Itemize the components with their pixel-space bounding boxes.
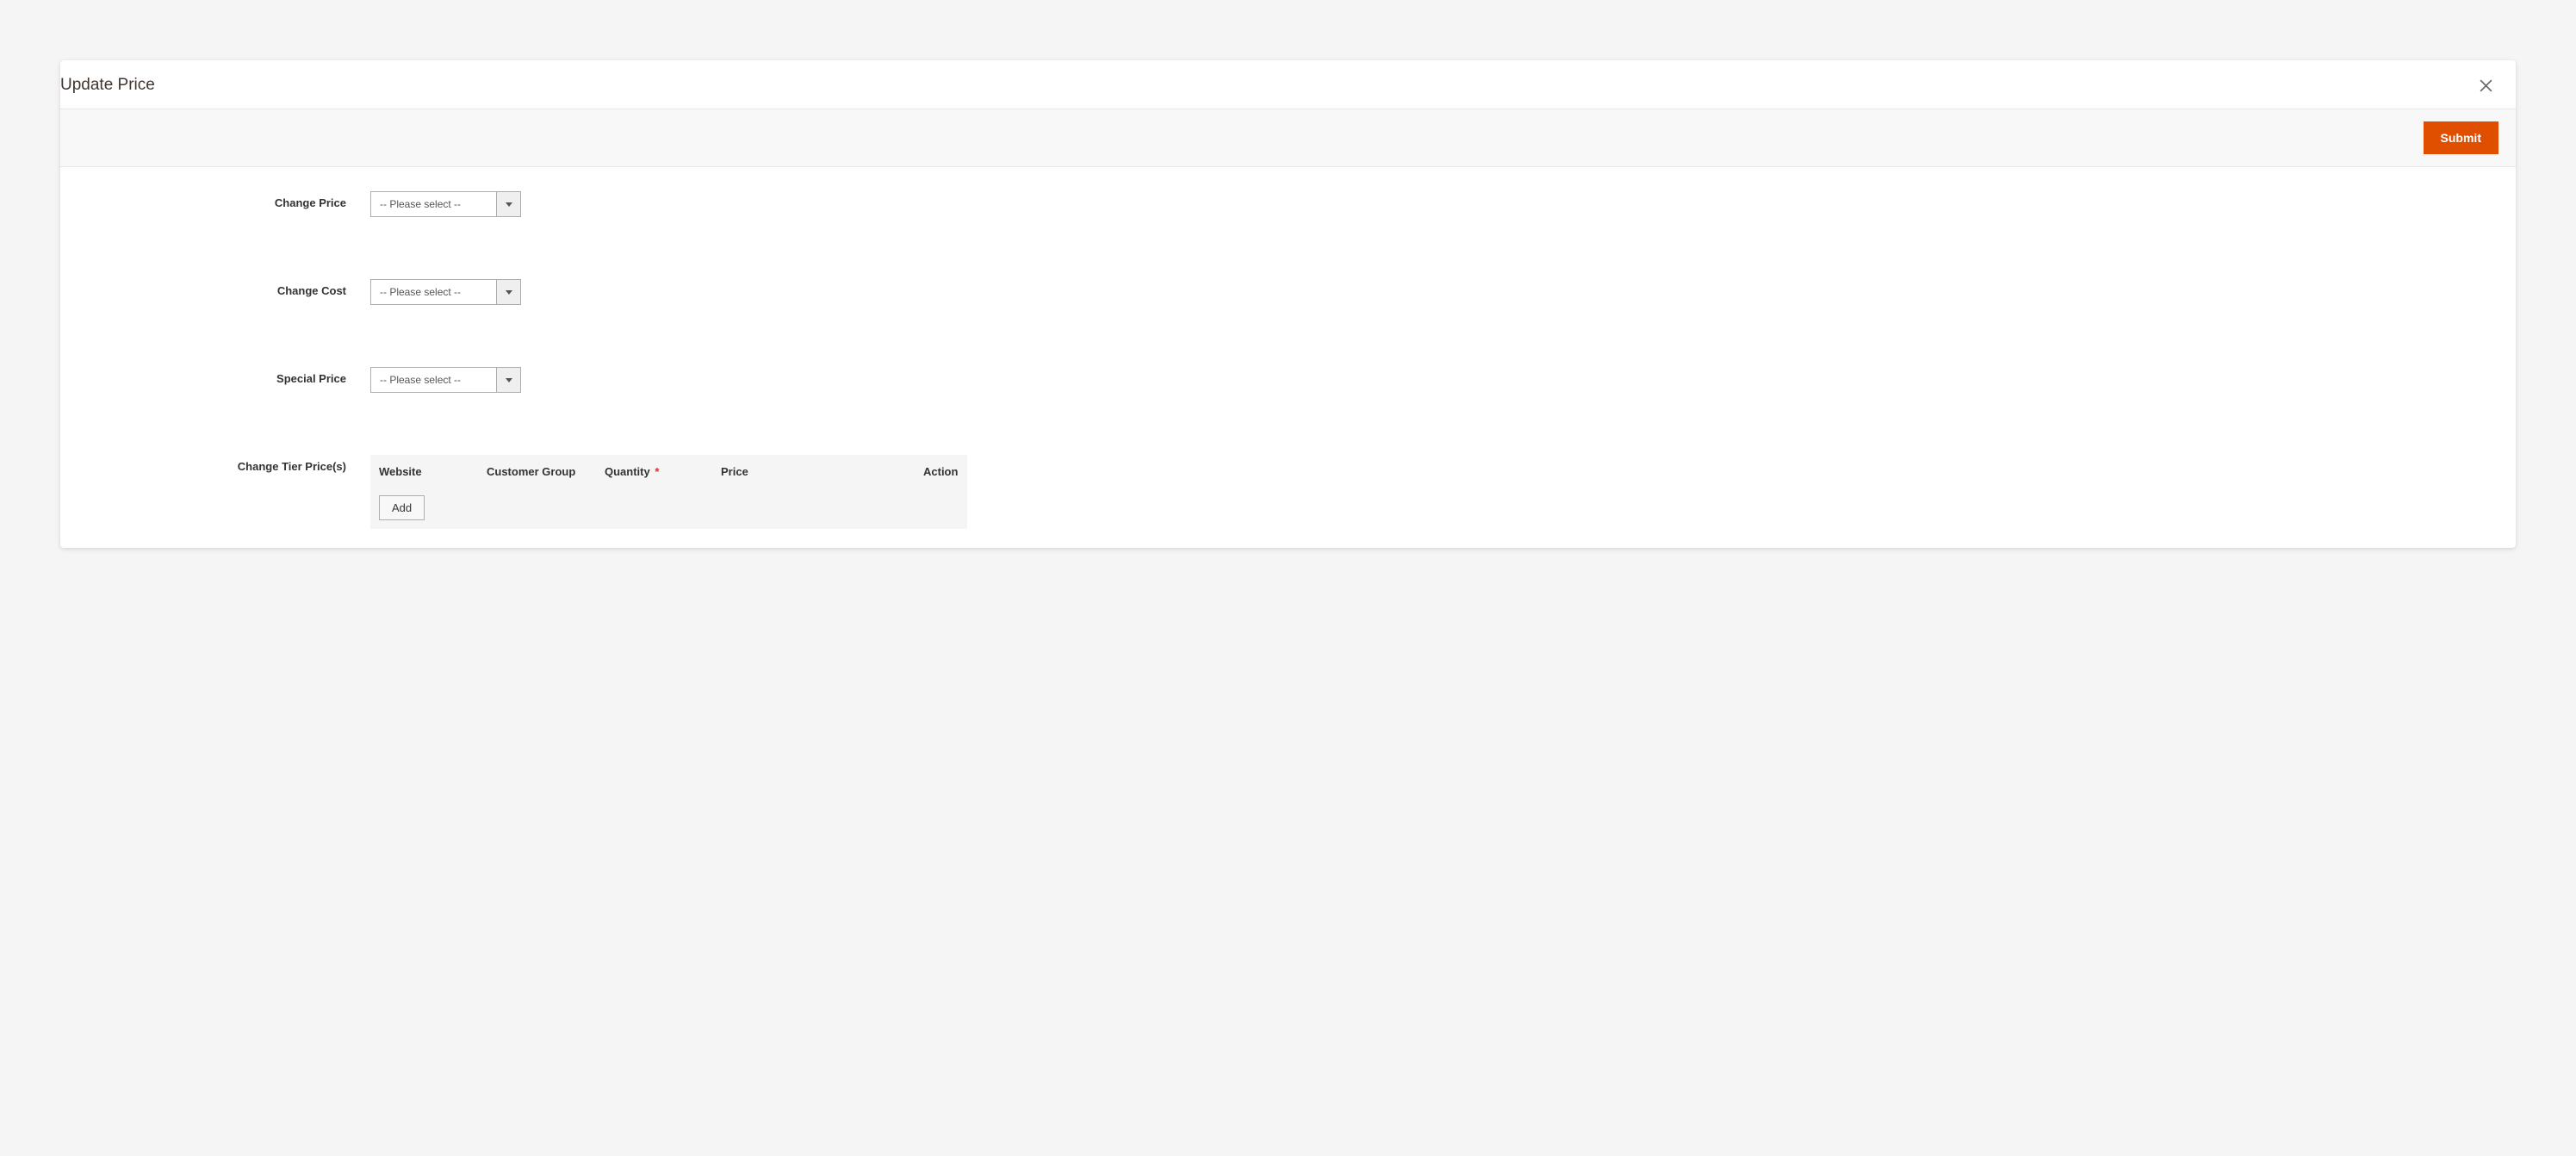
- tier-price-header: Website Customer Group Quantity * Price …: [370, 455, 967, 487]
- change-cost-control: -- Please select --: [370, 279, 2498, 305]
- change-price-row: Change Price -- Please select --: [78, 191, 2498, 217]
- tier-col-quantity: Quantity *: [605, 465, 721, 478]
- caret-down-icon: [506, 378, 512, 382]
- tier-price-control: Website Customer Group Quantity * Price …: [370, 455, 2498, 529]
- modal-title: Update Price: [60, 76, 155, 95]
- caret-down-icon: [506, 202, 512, 207]
- special-price-select-value: -- Please select --: [371, 368, 496, 392]
- special-price-select[interactable]: -- Please select --: [370, 367, 521, 393]
- tier-col-action: Action: [923, 465, 959, 478]
- change-price-control: -- Please select --: [370, 191, 2498, 217]
- modal-header: Update Price: [60, 60, 2516, 109]
- close-button[interactable]: [2477, 77, 2494, 94]
- change-price-label: Change Price: [78, 191, 370, 209]
- change-cost-select-arrow: [496, 280, 520, 304]
- update-price-modal: Update Price Submit Change Price -- Plea…: [60, 60, 2516, 548]
- change-price-select[interactable]: -- Please select --: [370, 191, 521, 217]
- submit-button[interactable]: Submit: [2424, 121, 2498, 154]
- caret-down-icon: [506, 290, 512, 295]
- change-price-select-arrow: [496, 192, 520, 216]
- tier-price-row: Change Tier Price(s) Website Customer Gr…: [78, 455, 2498, 529]
- tier-col-customer-group: Customer Group: [487, 465, 605, 478]
- tier-price-table: Website Customer Group Quantity * Price …: [370, 455, 967, 529]
- special-price-control: -- Please select --: [370, 367, 2498, 393]
- change-cost-label: Change Cost: [78, 279, 370, 297]
- form-area: Change Price -- Please select -- Change …: [60, 167, 2516, 548]
- special-price-select-arrow: [496, 368, 520, 392]
- add-tier-button[interactable]: Add: [379, 495, 425, 520]
- tier-col-quantity-text: Quantity: [605, 465, 650, 478]
- tier-price-label: Change Tier Price(s): [78, 455, 370, 473]
- tier-col-price: Price: [721, 465, 923, 478]
- close-icon: [2479, 78, 2493, 93]
- required-marker: *: [655, 465, 659, 478]
- change-cost-select[interactable]: -- Please select --: [370, 279, 521, 305]
- modal-toolbar: Submit: [60, 109, 2516, 167]
- special-price-row: Special Price -- Please select --: [78, 367, 2498, 393]
- change-cost-row: Change Cost -- Please select --: [78, 279, 2498, 305]
- special-price-label: Special Price: [78, 367, 370, 385]
- tier-col-website: Website: [379, 465, 487, 478]
- change-price-select-value: -- Please select --: [371, 192, 496, 216]
- tier-price-footer: Add: [370, 487, 967, 529]
- change-cost-select-value: -- Please select --: [371, 280, 496, 304]
